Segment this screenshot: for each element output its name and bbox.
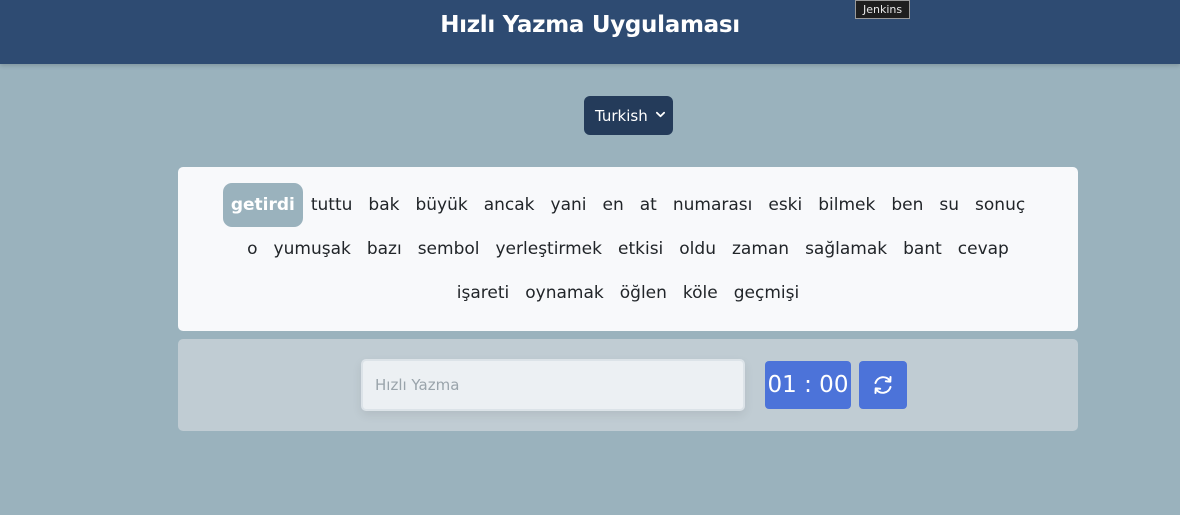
language-select[interactable]: Turkish (584, 96, 673, 135)
timer: 01 : 00 (765, 361, 851, 409)
word-item: su (939, 195, 960, 215)
word-item-active: getirdi (222, 183, 303, 227)
word-item: cevap (957, 239, 1009, 259)
word-item: etkisi (618, 239, 664, 259)
page-title: Hızlı Yazma Uygulaması (440, 12, 740, 38)
word-item: köle (682, 283, 718, 303)
tooltip: Jenkins (855, 0, 911, 19)
input-panel: 01 : 00 (178, 339, 1078, 431)
word-item: bilmek (818, 195, 876, 215)
word-item: tuttu (310, 195, 353, 215)
refresh-button[interactable] (859, 361, 907, 409)
word-item: bazı (366, 239, 402, 259)
word-item: bant (903, 239, 942, 259)
word-item: bak (368, 195, 400, 215)
word-item: zaman (731, 239, 790, 259)
language-select-value: Turkish (595, 106, 648, 125)
word-item: yerleştirmek (495, 239, 603, 259)
word-item: oldu (679, 239, 716, 259)
word-item: ancak (483, 195, 535, 215)
word-item: numarası (672, 195, 753, 215)
chevron-down-icon (656, 111, 665, 118)
word-item: at (639, 195, 657, 215)
app-header: Hızlı Yazma Uygulaması (0, 0, 1180, 64)
word-item: en (602, 195, 624, 215)
word-item: sembol (417, 239, 480, 259)
word-item: sonuç (975, 195, 1026, 215)
word-item: işareti (456, 283, 510, 303)
word-item: geçmişi (733, 283, 800, 303)
word-item: yani (550, 195, 587, 215)
word-item: o (247, 239, 258, 259)
typing-input[interactable] (361, 359, 745, 411)
word-item: öğlen (619, 283, 667, 303)
word-item: ben (891, 195, 924, 215)
word-item: eski (768, 195, 803, 215)
refresh-icon (874, 376, 892, 394)
word-item: oynamak (525, 283, 604, 303)
words-panel: getirdi tuttu bak büyük ancak yani en at numaras… (178, 167, 1078, 331)
word-item: sağlamak (805, 239, 888, 259)
word-item: büyük (415, 195, 468, 215)
word-item: yumuşak (273, 239, 351, 259)
